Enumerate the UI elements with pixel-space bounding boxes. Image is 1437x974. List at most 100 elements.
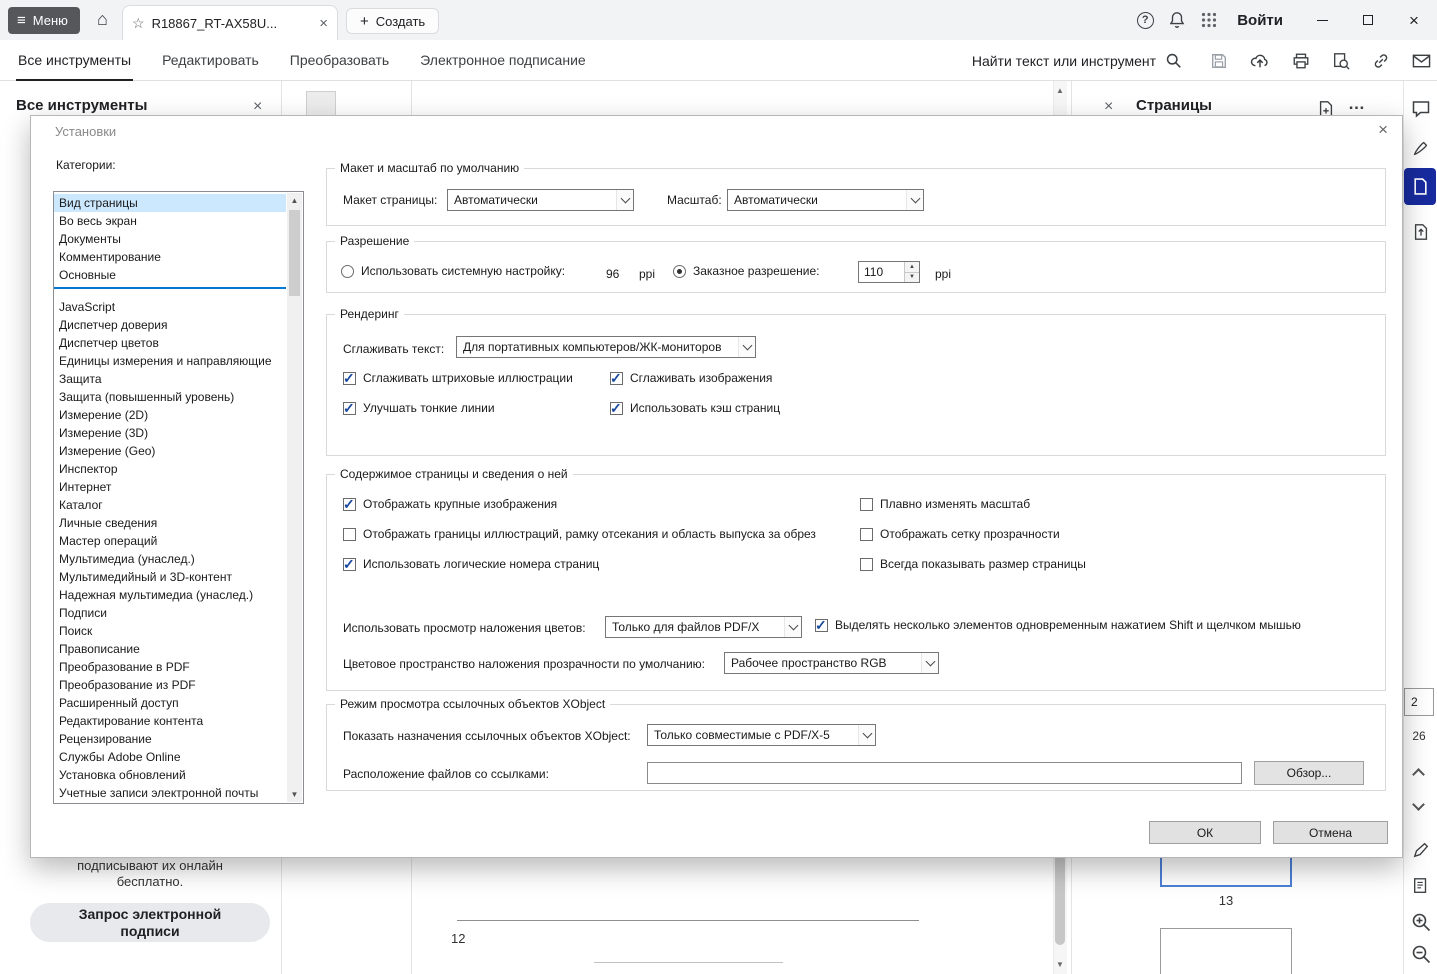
document-edit-icon[interactable] [1407, 872, 1435, 900]
checkbox-use-page-cache[interactable]: Использовать кэш страниц [610, 400, 780, 417]
zoom-in-icon[interactable] [1407, 908, 1435, 936]
window-minimize-button[interactable] [1299, 0, 1345, 40]
document-tab[interactable]: ☆ R18867_RT-AX58U... × [122, 5, 338, 40]
scrollbar-down-arrow-icon[interactable]: ▼ [287, 790, 302, 799]
category-item[interactable]: Мастер операций [54, 532, 286, 550]
category-item[interactable]: Защита [54, 370, 286, 388]
radio-system-resolution[interactable]: Использовать системную настройку: [341, 264, 565, 278]
active-tool-tile[interactable] [1404, 168, 1436, 205]
pen-icon[interactable] [1407, 836, 1435, 864]
category-item[interactable]: Единицы измерения и направляющие [54, 352, 286, 370]
custom-resolution-stepper[interactable]: 110 ▲ ▼ [858, 261, 920, 283]
category-item[interactable]: Установка обновлений [54, 766, 286, 784]
transparency-blend-select[interactable]: Рабочее пространство RGB [724, 652, 939, 674]
left-panel-close-icon[interactable]: × [253, 99, 262, 115]
link-icon[interactable] [1372, 52, 1390, 70]
category-item[interactable]: Поиск [54, 622, 286, 640]
checkbox-show-art-trim-bleed[interactable]: Отображать границы иллюстраций, рамку от… [343, 527, 816, 541]
print-icon[interactable] [1292, 52, 1310, 70]
notifications-bell-icon[interactable] [1161, 11, 1193, 29]
category-item[interactable]: Надежная мультимедиа (унаслед.) [54, 586, 286, 604]
category-item[interactable]: Диспетчер цветов [54, 334, 286, 352]
checkbox-show-large-images[interactable]: Отображать крупные изображения [343, 496, 557, 513]
category-item[interactable]: Рецензирование [54, 730, 286, 748]
window-maximize-button[interactable] [1345, 0, 1391, 40]
category-item[interactable]: Подписи [54, 604, 286, 622]
tab-close-icon[interactable]: × [319, 16, 328, 31]
dialog-close-icon[interactable]: × [1378, 121, 1388, 138]
category-item[interactable]: Инспектор [54, 460, 286, 478]
browse-button[interactable]: Обзор... [1254, 761, 1364, 785]
category-item[interactable]: Мультимедиа (унаслед.) [54, 550, 286, 568]
sign-icon[interactable] [1407, 134, 1435, 162]
stepper-down-icon[interactable]: ▼ [905, 272, 919, 282]
page-number-input[interactable]: 2 [1404, 688, 1434, 716]
category-list-scrollbar[interactable]: ▲ ▼ [287, 193, 302, 802]
export-pdf-icon[interactable] [1407, 218, 1435, 246]
category-item[interactable]: Каталог [54, 496, 286, 514]
category-item[interactable]: Преобразование в PDF [54, 658, 286, 676]
category-item[interactable]: Документы [54, 230, 286, 248]
checkbox-smooth-images[interactable]: Сглаживать изображения [610, 370, 772, 387]
apps-grid-icon[interactable] [1193, 12, 1225, 28]
sign-in-button[interactable]: Войти [1237, 12, 1283, 29]
menu-button[interactable]: ≡ Меню [8, 7, 80, 34]
category-item[interactable]: JavaScript [54, 298, 286, 316]
find-tool-control[interactable]: Найти текст или инструмент [972, 52, 1182, 69]
comment-icon[interactable] [1407, 95, 1435, 123]
category-item[interactable]: Измерение (2D) [54, 406, 286, 424]
category-item[interactable]: Измерение (Geo) [54, 442, 286, 460]
category-item[interactable]: Основные [54, 266, 286, 284]
tab-esign[interactable]: Электронное подписание [418, 40, 588, 81]
scrollbar-thumb[interactable] [289, 210, 300, 296]
scrollbar-up-arrow-icon[interactable]: ▲ [287, 196, 302, 205]
zoom-select[interactable]: Автоматически [727, 189, 924, 211]
tab-all-tools[interactable]: Все инструменты [16, 40, 134, 81]
email-icon[interactable] [1412, 53, 1431, 69]
category-item[interactable]: Мультимедийный и 3D-контент [54, 568, 286, 586]
tab-convert[interactable]: Преобразовать [288, 40, 391, 81]
home-icon[interactable]: ⌂ [97, 10, 108, 28]
category-item[interactable]: Защита (повышенный уровень) [54, 388, 286, 406]
category-item[interactable]: Редактирование контента [54, 712, 286, 730]
scrollbar-up-arrow-icon[interactable]: ▲ [1056, 86, 1064, 95]
checkbox-enhance-thin-lines[interactable]: Улучшать тонкие линии [343, 400, 495, 417]
radio-custom-resolution[interactable]: Заказное разрешение: [673, 264, 820, 278]
zoom-out-icon[interactable] [1407, 940, 1435, 968]
category-item[interactable]: Личные сведения [54, 514, 286, 532]
category-item[interactable]: Преобразование из PDF [54, 676, 286, 694]
save-icon[interactable] [1210, 52, 1228, 70]
create-button[interactable]: + Создать [346, 8, 440, 34]
category-item[interactable]: Во весь экран [54, 212, 286, 230]
page-thumbnail-next[interactable] [1160, 928, 1292, 974]
category-item[interactable]: Расширенный доступ [54, 694, 286, 712]
stepper-up-icon[interactable]: ▲ [905, 262, 919, 273]
checkbox-shift-multiselect[interactable]: Выделять несколько элементов одновременн… [815, 617, 1301, 634]
ok-button[interactable]: ОК [1149, 821, 1261, 844]
share-upload-icon[interactable] [1250, 52, 1270, 70]
cancel-button[interactable]: Отмена [1273, 821, 1388, 844]
star-icon[interactable]: ☆ [132, 15, 145, 32]
pages-panel-close-icon[interactable]: × [1104, 99, 1113, 115]
checkbox-show-transparency-grid[interactable]: Отображать сетку прозрачности [860, 527, 1060, 541]
page-layout-select[interactable]: Автоматически [447, 189, 634, 211]
category-item[interactable]: Правописание [54, 640, 286, 658]
pages-panel-overflow-icon[interactable]: … [1348, 94, 1365, 114]
tab-edit[interactable]: Редактировать [160, 40, 261, 81]
category-item[interactable]: Учетные записи электронной почты [54, 784, 286, 802]
xobject-show-select[interactable]: Только совместимые с PDF/X-5 [647, 724, 876, 746]
search-document-icon[interactable] [1332, 52, 1350, 70]
smooth-text-select[interactable]: Для портативных компьютеров/ЖК-мониторов [456, 336, 756, 358]
category-item[interactable]: Интернет [54, 478, 286, 496]
category-item[interactable]: Вид страницы [54, 194, 286, 212]
category-item[interactable]: Диспетчер доверия [54, 316, 286, 334]
checkbox-logical-page-numbers[interactable]: Использовать логические номера страниц [343, 556, 599, 573]
category-list[interactable]: ▲ ▼ Вид страницы Во весь экран Документы Ко… [53, 191, 304, 804]
overprint-select[interactable]: Только для файлов PDF/X [605, 616, 802, 638]
help-icon[interactable]: ? [1129, 11, 1161, 29]
checkbox-always-show-page-size[interactable]: Всегда показывать размер страницы [860, 557, 1086, 571]
category-item[interactable]: Измерение (3D) [54, 424, 286, 442]
checkbox-smooth-zoom[interactable]: Плавно изменять масштаб [860, 497, 1030, 511]
request-esign-button[interactable]: Запрос электронной подписи [30, 903, 270, 942]
category-item[interactable]: Комментирование [54, 248, 286, 266]
